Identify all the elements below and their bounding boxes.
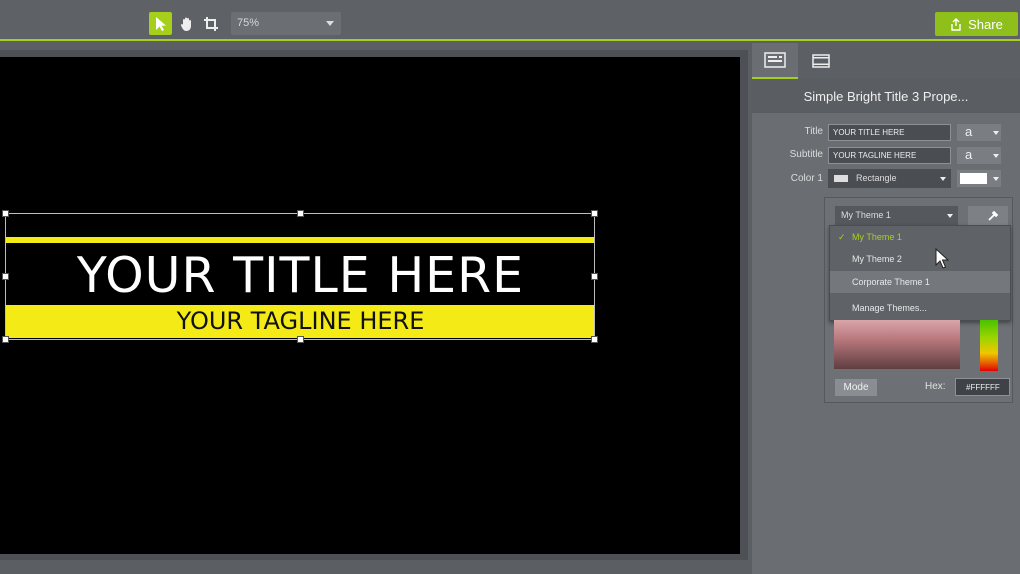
title-label: Title	[804, 126, 823, 137]
hue-slider[interactable]	[980, 320, 998, 371]
font-glyph: a	[965, 124, 973, 139]
resize-handle[interactable]	[591, 336, 598, 343]
menu-item-label: Corporate Theme 1	[852, 277, 930, 287]
subtitle-font-button[interactable]: a	[957, 147, 1001, 164]
font-glyph: a	[965, 147, 973, 162]
mouse-cursor-icon	[935, 248, 950, 269]
zoom-select[interactable]: 75%	[231, 12, 341, 35]
theme-menu: ✓ My Theme 1 My Theme 2 Corporate Theme …	[829, 225, 1011, 321]
top-toolbar: 75% Share	[0, 0, 1020, 41]
hex-input[interactable]: #FFFFFF	[955, 378, 1010, 396]
properties-icon	[764, 52, 786, 68]
share-button[interactable]: Share	[935, 12, 1018, 36]
share-icon	[951, 17, 961, 31]
select-tool-icon[interactable]	[149, 12, 172, 35]
chevron-down-icon	[993, 131, 999, 135]
color-preview	[960, 173, 987, 184]
eyedropper-button[interactable]	[968, 206, 1008, 226]
color-select[interactable]: Rectangle	[828, 169, 951, 188]
menu-item-manage-themes[interactable]: Manage Themes...	[830, 297, 1010, 319]
selection-box[interactable]	[2, 210, 598, 343]
menu-item-my-theme-1[interactable]: ✓ My Theme 1	[830, 226, 1010, 248]
color-label: Color 1	[790, 173, 823, 184]
menu-item-my-theme-2[interactable]: My Theme 2	[830, 248, 1010, 270]
subtitle-label: Subtitle	[789, 149, 823, 160]
zoom-value: 75%	[237, 17, 260, 29]
saturation-picker[interactable]	[834, 320, 960, 369]
resize-handle[interactable]	[297, 210, 304, 217]
panel-title: Simple Bright Title 3 Prope...	[752, 79, 1020, 113]
share-label: Share	[968, 16, 1003, 32]
eyedropper-icon	[988, 210, 999, 221]
hand-tool-icon[interactable]	[175, 12, 198, 35]
resize-handle[interactable]	[591, 273, 598, 280]
menu-item-label: My Theme 1	[852, 232, 902, 242]
menu-item-corporate-theme-1[interactable]: Corporate Theme 1	[830, 271, 1010, 293]
chevron-down-icon	[993, 154, 999, 158]
title-field[interactable]: YOUR TITLE HERE	[828, 124, 951, 141]
subtitle-field[interactable]: YOUR TAGLINE HERE	[828, 147, 951, 164]
resize-handle[interactable]	[2, 336, 9, 343]
chevron-down-icon	[993, 177, 999, 181]
color-select-value: Rectangle	[856, 173, 897, 183]
crop-tool-icon[interactable]	[199, 12, 222, 35]
menu-item-label: My Theme 2	[852, 254, 902, 264]
tab-properties[interactable]	[752, 43, 798, 79]
check-icon: ✓	[838, 232, 846, 242]
theme-select[interactable]: My Theme 1	[835, 206, 958, 225]
chevron-down-icon	[326, 21, 334, 26]
film-icon	[812, 54, 830, 68]
mode-button[interactable]: Mode	[835, 379, 877, 396]
resize-handle[interactable]	[2, 273, 9, 280]
hex-label: Hex:	[925, 381, 946, 392]
tab-media[interactable]	[798, 43, 844, 79]
menu-item-label: Manage Themes...	[852, 303, 927, 313]
resize-handle[interactable]	[297, 336, 304, 343]
chevron-down-icon	[940, 177, 946, 181]
color-picker-button[interactable]	[957, 170, 1001, 187]
resize-handle[interactable]	[591, 210, 598, 217]
panel-tabs	[752, 43, 1020, 79]
chevron-down-icon	[947, 214, 953, 218]
color-swatch	[834, 175, 848, 183]
resize-handle[interactable]	[2, 210, 9, 217]
title-font-button[interactable]: a	[957, 124, 1001, 141]
theme-select-value: My Theme 1	[841, 210, 891, 220]
